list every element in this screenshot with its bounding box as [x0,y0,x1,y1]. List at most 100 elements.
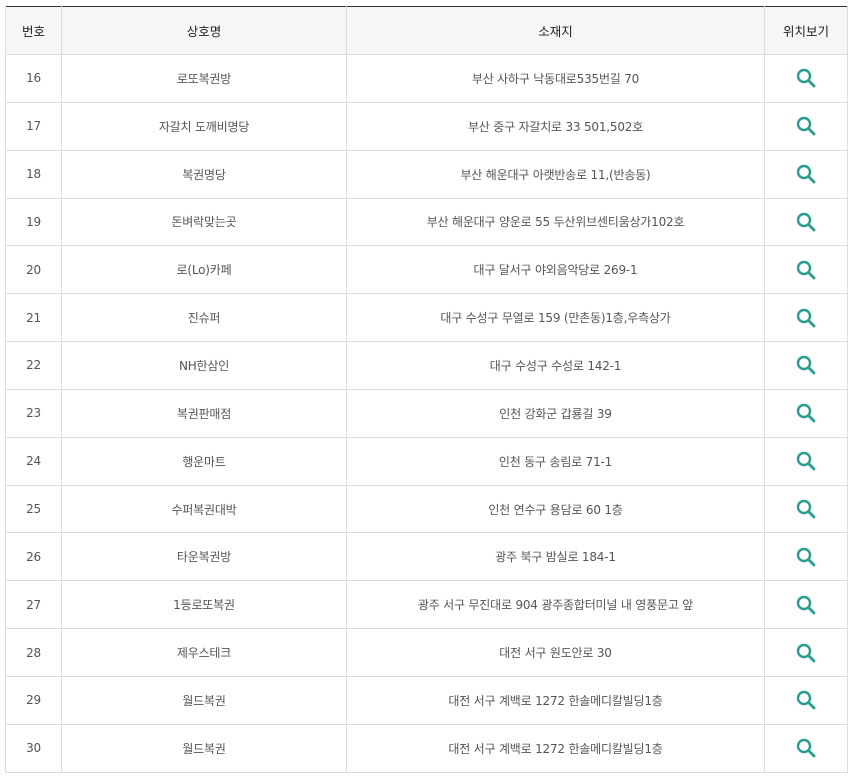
column-header-num: 번호 [5,6,62,55]
cell-location [764,532,848,582]
search-icon [796,595,816,615]
cell-location [764,150,848,199]
cell-location [764,628,848,677]
cell-address: 대구 달서구 야외음악당로 269-1 [346,245,765,295]
cell-num: 28 [5,628,62,677]
cell-store-name: 자갈치 도깨비명당 [61,102,347,151]
cell-num: 30 [5,724,62,773]
location-view-button[interactable] [795,354,817,376]
column-header-address: 소재지 [346,6,765,55]
cell-store-name: 로또복권방 [61,54,347,103]
table-row: 23 복권판매점 인천 강화군 갑룡길 39 [5,389,848,438]
cell-num: 19 [5,198,62,247]
search-icon [796,404,816,423]
cell-address: 대구 수성구 수성로 142-1 [346,341,765,390]
cell-location [764,54,848,103]
cell-location [764,198,848,247]
cell-location [764,437,848,486]
cell-num: 22 [5,341,62,390]
cell-num: 26 [5,532,62,582]
cell-location [764,102,848,151]
cell-store-name: NH한삼인 [61,341,347,390]
location-view-button[interactable] [795,498,817,520]
cell-num: 17 [5,102,62,151]
location-view-button[interactable] [795,307,817,329]
column-header-name: 상호명 [61,6,347,55]
cell-address: 인천 동구 송림로 71-1 [346,437,765,486]
cell-store-name: 월드복권 [61,724,347,773]
table-row: 30 월드복권 대전 서구 계백로 1272 한솔메디칼빌딩1층 [5,724,848,773]
cell-address: 대전 서구 계백로 1272 한솔메디칼빌딩1층 [346,676,765,725]
table-row: 27 1등로또복권 광주 서구 무진대로 904 광주종합터미널 내 영풍문고 … [5,580,848,630]
cell-store-name: 행운마트 [61,437,347,486]
table-row: 29 월드복권 대전 서구 계백로 1272 한솔메디칼빌딩1층 [5,676,848,725]
cell-address: 인천 강화군 갑룡길 39 [346,389,765,438]
search-icon [796,499,816,519]
cell-location [764,580,848,630]
cell-location [764,341,848,390]
cell-num: 29 [5,676,62,725]
location-view-button[interactable] [795,211,817,233]
location-view-button[interactable] [795,642,817,664]
cell-store-name: 복권판매점 [61,389,347,438]
table-row: 25 수퍼복권대박 인천 연수구 용담로 60 1층 [5,485,848,534]
cell-location [764,676,848,725]
cell-address: 부산 사하구 낙동대로535번길 70 [346,54,765,103]
cell-store-name: 1등로또복권 [61,580,347,630]
table-row: 24 행운마트 인천 동구 송림로 71-1 [5,437,848,486]
search-icon [796,356,816,375]
table-row: 16 로또복권방 부산 사하구 낙동대로535번길 70 [5,54,848,103]
search-icon [796,643,816,662]
table-body: 16 로또복권방 부산 사하구 낙동대로535번길 70 17 자갈치 도깨비명… [5,54,848,773]
cell-num: 25 [5,485,62,534]
location-view-button[interactable] [795,737,817,759]
search-icon [796,260,816,280]
table-row: 19 돈벼락맞는곳 부산 해운대구 양운로 55 두산위브센티움상가102호 [5,198,848,247]
cell-address: 대전 서구 계백로 1272 한솔메디칼빌딩1층 [346,724,765,773]
search-icon [796,308,816,328]
cell-address: 광주 서구 무진대로 904 광주종합터미널 내 영풍문고 앞 [346,580,765,630]
location-view-button[interactable] [795,402,817,424]
cell-store-name: 로(Lo)카페 [61,245,347,295]
location-view-button[interactable] [795,163,817,185]
location-view-button[interactable] [795,689,817,711]
search-icon [796,739,816,758]
cell-location [764,724,848,773]
table-row: 17 자갈치 도깨비명당 부산 중구 자갈치로 33 501,502호 [5,102,848,151]
cell-store-name: 돈벼락맞는곳 [61,198,347,247]
cell-address: 부산 중구 자갈치로 33 501,502호 [346,102,765,151]
store-list-table: 번호 상호명 소재지 위치보기 16 로또복권방 부산 사하구 낙동대로535번… [5,6,848,773]
cell-store-name: 수퍼복권대박 [61,485,347,534]
cell-store-name: 제우스테크 [61,628,347,677]
table-header: 번호 상호명 소재지 위치보기 [5,6,848,55]
cell-location [764,245,848,295]
cell-store-name: 월드복권 [61,676,347,725]
location-view-button[interactable] [795,450,817,472]
location-view-button[interactable] [795,546,817,568]
cell-address: 대구 수성구 무열로 159 (만촌동)1층,우측상가 [346,293,765,343]
cell-num: 24 [5,437,62,486]
cell-num: 18 [5,150,62,199]
cell-address: 대전 서구 원도안로 30 [346,628,765,677]
cell-num: 23 [5,389,62,438]
cell-address: 부산 해운대구 양운로 55 두산위브센티움상가102호 [346,198,765,247]
search-icon [796,212,816,232]
table-row: 18 복권명당 부산 해운대구 아랫반송로 11,(반송동) [5,150,848,199]
table-row: 26 타운복권방 광주 북구 밤실로 184-1 [5,532,848,582]
location-view-button[interactable] [795,259,817,281]
table-row: 22 NH한삼인 대구 수성구 수성로 142-1 [5,341,848,390]
cell-num: 20 [5,245,62,295]
location-view-button[interactable] [795,594,817,616]
location-view-button[interactable] [795,115,817,137]
column-header-location: 위치보기 [764,6,848,55]
search-icon [796,69,816,88]
cell-address: 부산 해운대구 아랫반송로 11,(반송동) [346,150,765,199]
cell-num: 21 [5,293,62,343]
location-view-button[interactable] [795,67,817,89]
search-icon [796,691,816,710]
cell-location [764,293,848,343]
header-row: 번호 상호명 소재지 위치보기 [5,6,848,55]
cell-num: 27 [5,580,62,630]
search-icon [796,164,816,184]
cell-location [764,485,848,534]
